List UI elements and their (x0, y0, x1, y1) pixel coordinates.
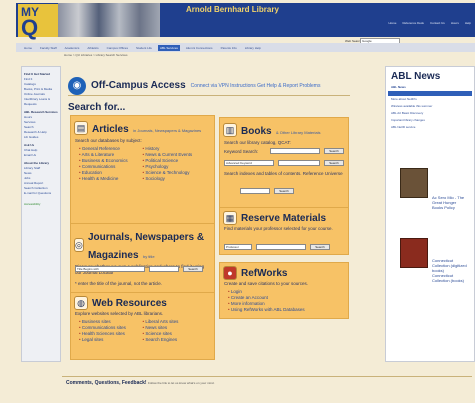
off-campus-title: Off-Campus Access (91, 80, 186, 91)
articles-text: Search our databases by subject: (75, 138, 142, 143)
articles-subtitle: in Journals, Newspapers & Magazines (133, 128, 202, 133)
journal-search-button[interactable]: Search (183, 266, 203, 272)
abl-news-header: ABL News (391, 85, 406, 89)
util-link-contact[interactable]: Contact Us (430, 21, 445, 25)
off-campus-links[interactable]: Connect via VPN Instructions Get Help & … (191, 83, 321, 89)
news-link[interactable]: ABL NetID service (386, 124, 474, 131)
book-icon: ▥ (223, 123, 237, 137)
nav-tab-academics[interactable]: Academics (63, 45, 82, 51)
util-link-home[interactable]: Home (388, 21, 396, 25)
magnifier-icon: ◎ (74, 238, 84, 252)
subject-link[interactable]: Health & Medicine (79, 176, 143, 182)
campus-photos (58, 3, 160, 37)
web-text: Explore websites selected by ABL librari… (75, 311, 164, 316)
accessibility-link[interactable]: Accessibility (24, 202, 58, 207)
header-banner: MY Q Arnold Bernhard Library Home Refere… (16, 3, 475, 40)
globe-icon: ◉ (68, 76, 86, 95)
breadcrumb: Home > QU Libraries > Library Search Ser… (64, 53, 128, 57)
books-box: ▥ Books & Other Library Materials Search… (219, 117, 349, 212)
news-link[interactable]: More about NetID's (386, 96, 474, 103)
advanced-keyword-input[interactable] (278, 160, 320, 166)
nav-tab-library-help[interactable]: Library Help (243, 45, 263, 51)
journals-subtitle: by title (142, 254, 155, 259)
articles-title[interactable]: Articles (92, 124, 129, 135)
book-cover-image[interactable] (400, 168, 428, 198)
refworks-link[interactable]: Using RefWorks with ABL Databases (228, 307, 340, 313)
left-sidebar: Find It Get Started Find It Catalogs Boo… (21, 66, 61, 362)
footer-divider (62, 376, 472, 377)
nav-tab-home[interactable]: Home (22, 45, 34, 51)
reserve-box: ▦ Reserve Materials Find materials your … (219, 207, 349, 255)
page: MY Q Arnold Bernhard Library Home Refere… (0, 0, 475, 403)
nav-tab-faculty[interactable]: Faculty Staff (38, 45, 59, 51)
articles-box: ▤ Articles in Journals, Newspapers & Mag… (70, 115, 215, 239)
sidebar-item[interactable]: E-mail for Questions (24, 191, 58, 196)
logo-line2: Q (21, 15, 39, 40)
web-link[interactable]: Legal sites (79, 337, 143, 343)
footer: Comments, Questions, Feedback! Follow th… (66, 380, 214, 386)
subject-link[interactable]: Sociology (143, 176, 207, 182)
nav-tab-athletics[interactable]: Athletics (85, 45, 100, 51)
search-type-select[interactable]: Advanced Keyword (224, 160, 274, 166)
nav-tab-abl-services[interactable]: ABL Services (157, 44, 180, 51)
utility-links: Home Reference Desk Contact Us Hours Hel… (388, 21, 471, 25)
nav-tab-campus-offices[interactable]: Campus Offices (105, 45, 130, 51)
off-campus-access: ◉ Off-Campus Access Connect via VPN Inst… (68, 76, 350, 96)
util-link-reference[interactable]: Reference Desk (402, 21, 424, 25)
nav-tab-alumni[interactable]: Alumni Connections (184, 45, 215, 51)
abl-news-title: ABL News (391, 71, 441, 82)
main-nav: Home Faculty Staff Academics Athletics C… (16, 43, 475, 52)
site-title: Arnold Bernhard Library (186, 5, 279, 14)
web-title[interactable]: Web Resources (92, 298, 167, 309)
keyword-input[interactable] (270, 148, 320, 154)
book-cover-image[interactable] (400, 238, 428, 268)
journals-note: * enter the title of the journal, not th… (75, 281, 163, 286)
keyword-search-button[interactable]: Search (324, 148, 344, 154)
refworks-icon: ● (223, 266, 237, 280)
web-resources-box: ◍ Web Resources Explore websites selecte… (70, 292, 215, 360)
refworks-box: ● RefWorks Create and save citations to … (219, 262, 349, 319)
books-title[interactable]: Books (241, 126, 272, 137)
nav-tab-parents[interactable]: Parents Info (219, 45, 239, 51)
sidebar-item[interactable]: Interlibrary Loans & Requests (24, 97, 58, 107)
search-for-heading: Search for... (68, 102, 126, 113)
professor-select[interactable]: Professor (224, 244, 252, 250)
refworks-title[interactable]: RefWorks (241, 268, 288, 279)
books-text: Search our library catalog, QCAT: (224, 140, 291, 145)
web-link[interactable]: Search Engines (143, 337, 207, 343)
footer-text: Follow the link to let us know what's on… (147, 381, 215, 385)
books-subtitle: & Other Library Materials (276, 130, 321, 135)
footer-title[interactable]: Comments, Questions, Feedback! (66, 380, 147, 386)
newspaper-icon: ▤ (74, 121, 88, 135)
myq-logo[interactable]: MY Q (18, 4, 58, 40)
journal-title-input[interactable] (149, 266, 179, 272)
sidebar-item[interactable]: Email Us (24, 153, 58, 158)
news-link[interactable]: Important library changes (386, 117, 474, 124)
reserve-text: Find materials your professor selected f… (224, 226, 333, 231)
reference-search-button[interactable]: Search (274, 188, 294, 194)
clipboard-icon: ▦ (223, 211, 237, 225)
abl-news-panel: ABL News ABL News More about NetID's Wir… (385, 66, 475, 362)
util-link-help[interactable]: Help (465, 21, 471, 25)
util-link-hours[interactable]: Hours (451, 21, 459, 25)
keyword-label: Keyword Search: (224, 149, 259, 154)
sidebar-item[interactable]: Lib Guides (24, 135, 58, 140)
advanced-search-button[interactable]: Search (324, 160, 344, 166)
journal-title-select[interactable]: Title Begins with (75, 266, 145, 272)
reserve-input[interactable] (256, 244, 306, 250)
reference-input[interactable] (240, 188, 270, 194)
reserve-title[interactable]: Reserve Materials (241, 213, 326, 224)
refworks-text: Create and save citations to your source… (224, 281, 309, 286)
news-item[interactable]: Connecticut Collection (books) (386, 273, 474, 283)
news-link[interactable]: Wireless available this summer (386, 103, 474, 110)
reserve-search-button[interactable]: Search (310, 244, 330, 250)
globe-icon: ◍ (74, 296, 88, 310)
reference-universe-text: Search indexes and tables of contents. R… (224, 171, 343, 176)
news-link[interactable]: ABL Art Basic Discovery (386, 110, 474, 117)
nav-tab-student-life[interactable]: Student Life (134, 45, 154, 51)
